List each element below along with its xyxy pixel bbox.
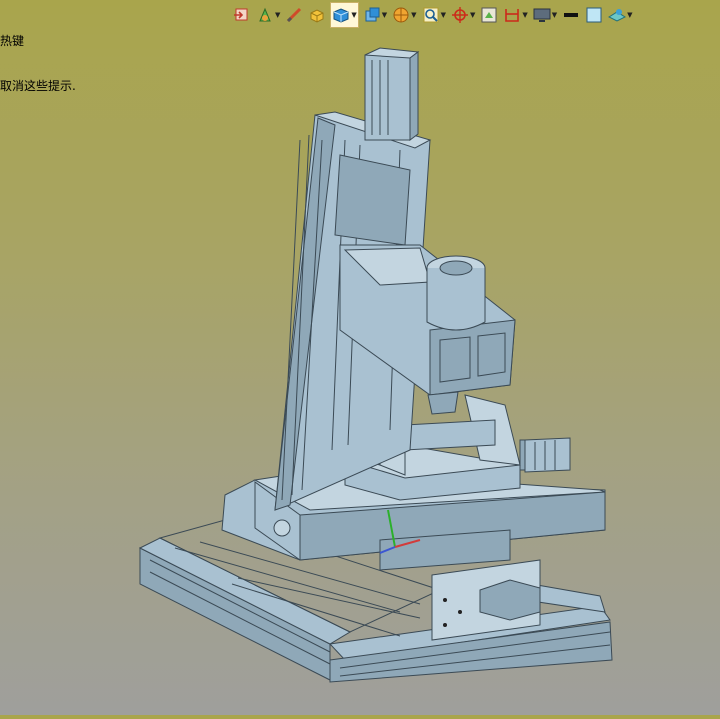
- insert-part-icon: [310, 9, 324, 23]
- chevron-down-icon: ▼: [381, 11, 388, 19]
- view-orientation-button[interactable]: ▼: [362, 3, 388, 27]
- view-cube-icon: [333, 8, 349, 23]
- appearance-ball-icon: [393, 7, 409, 23]
- insert-part-button[interactable]: [307, 3, 327, 27]
- chevron-down-icon: ▼: [411, 11, 417, 19]
- chevron-down-icon: ▼: [275, 11, 281, 19]
- rotate-view-button[interactable]: ▼: [450, 3, 476, 27]
- scene-icon: [608, 9, 627, 22]
- chevron-down-icon: ▼: [522, 11, 528, 19]
- rotate-view-icon: [451, 7, 468, 23]
- x-axis-motor: [524, 437, 571, 473]
- monitor-display-button[interactable]: ▼: [532, 3, 558, 27]
- chevron-down-icon: ▼: [469, 11, 476, 19]
- view-cube-button[interactable]: ▼: [330, 2, 359, 28]
- display-style-icon: [259, 7, 271, 22]
- chevron-down-icon: ▼: [627, 11, 633, 19]
- exit-sketch-icon: [234, 8, 248, 21]
- zoom-area-button[interactable]: ▼: [421, 3, 447, 27]
- monitor-display-icon: [533, 8, 551, 22]
- view-orientation-icon: [365, 7, 380, 22]
- z-axis-motor: [364, 47, 420, 141]
- zoom-area-icon: [423, 7, 439, 23]
- graphics-viewport[interactable]: [0, 30, 720, 715]
- display-style-button[interactable]: ▼: [255, 3, 281, 27]
- background-button[interactable]: [584, 3, 604, 27]
- scene-button[interactable]: ▼: [607, 3, 633, 27]
- hide-show-items-button[interactable]: ▼: [502, 3, 528, 27]
- appearance-button[interactable]: ▼: [391, 3, 417, 27]
- cnc-machine-model: [138, 47, 613, 683]
- section-view-button[interactable]: [479, 3, 499, 27]
- heads-up-view-toolbar: ▼ ▼ ▼ ▼ ▼ ▼ ▼ ▼ ▼: [232, 2, 634, 28]
- line-thickness-icon: [564, 13, 579, 17]
- smart-dimension-button[interactable]: [284, 3, 304, 27]
- chevron-down-icon: ▼: [351, 11, 357, 19]
- background-icon: [586, 7, 602, 23]
- chevron-down-icon: ▼: [440, 11, 446, 19]
- smart-dimension-icon: [287, 7, 302, 23]
- hide-show-items-icon: [505, 9, 520, 22]
- section-view-icon: [481, 7, 497, 23]
- line-thickness-button[interactable]: [561, 3, 581, 27]
- exit-sketch-button[interactable]: [232, 3, 252, 27]
- chevron-down-icon: ▼: [551, 11, 558, 19]
